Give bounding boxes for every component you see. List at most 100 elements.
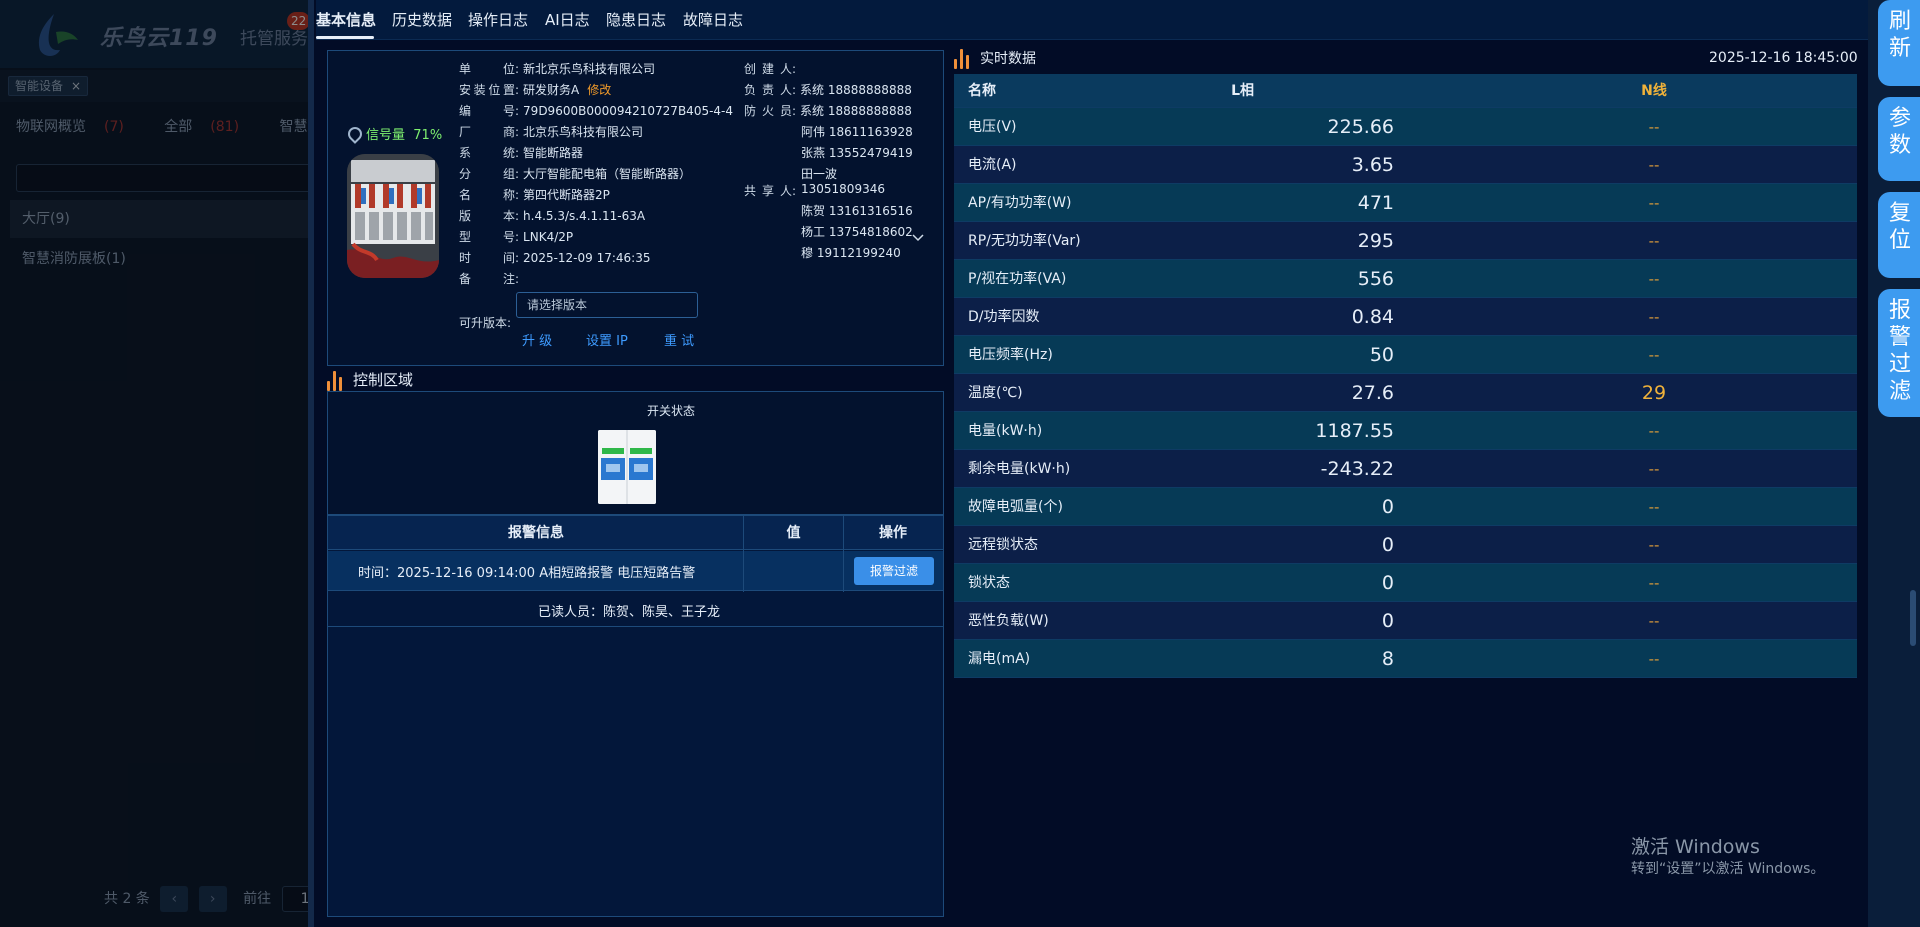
windows-activation-hint: 转到“设置”以激活 Windows。 — [1631, 861, 1825, 877]
realtime-timestamp: 2025-12-16 18:45:00 — [1709, 50, 1858, 66]
metric-l-value: 0.84 — [1351, 306, 1394, 328]
upgrade-button[interactable]: 升 级 — [522, 330, 552, 349]
metric-l-value: 8 — [1381, 648, 1394, 670]
table-row: 远程锁状态 0 -- — [954, 526, 1857, 564]
table-row: 电压频率(Hz) 50 -- — [954, 336, 1857, 374]
bar-chart-icon — [327, 370, 345, 391]
metric-name: 电量(kW·h) — [968, 423, 1043, 439]
read-by-list: 已读人员：陈贺、陈昊、王子龙 — [538, 605, 721, 620]
active-tab-indicator — [316, 36, 374, 39]
metric-l-value: 27.6 — [1351, 382, 1394, 404]
field-version: 版本: h.4.5.3/s.4.1.11-63A — [459, 209, 646, 223]
col-l-phase: L相 — [1231, 83, 1254, 99]
realtime-data-title: 实时数据 — [954, 47, 1036, 71]
version-select[interactable]: 请选择版本 — [516, 292, 698, 318]
table-row: D/功率因数 0.84 -- — [954, 298, 1857, 336]
metric-l-value: 0 — [1381, 610, 1394, 632]
field-unit: 单位: 新北京乐鸟科技有限公司 — [459, 62, 656, 76]
metric-name: 电压(V) — [968, 119, 1017, 135]
column-divider — [843, 516, 844, 592]
tab-hazard-log[interactable]: 隐患日志 — [606, 0, 666, 40]
drawer-edge — [308, 0, 314, 927]
table-row: 恶性负载(W) 0 -- — [954, 602, 1857, 640]
table-row: P/视在功率(VA) 556 -- — [954, 260, 1857, 298]
field-group: 分组: 大厅智能配电箱（智能断路器） — [459, 167, 692, 181]
col-name: 名称 — [968, 83, 996, 99]
table-row: 故障电弧量(个) 0 -- — [954, 488, 1857, 526]
metric-name: 故障电弧量(个) — [968, 499, 1063, 515]
metric-n-value: -- — [1648, 156, 1660, 174]
metric-name: 锁状态 — [968, 575, 1010, 591]
alarm-message: 时间：2025-12-16 09:14:00 A相短路报警 电压短路告警 — [358, 566, 696, 581]
table-row: 漏电(mA) 8 -- — [954, 640, 1857, 678]
reset-button[interactable]: 复位 — [1878, 192, 1920, 278]
fire-officer-entry: 张燕 13552479419 — [801, 146, 913, 160]
metric-n-value: -- — [1648, 270, 1660, 288]
metric-n-value: -- — [1648, 460, 1660, 478]
metric-l-value: 0 — [1381, 496, 1394, 518]
metric-n-value: -- — [1648, 194, 1660, 212]
table-row: AP/有功功率(W) 471 -- — [954, 184, 1857, 222]
field-creator: 创建人: — [744, 62, 797, 76]
tab-ai-log[interactable]: AI日志 — [545, 0, 590, 40]
metric-n-value: 29 — [1641, 382, 1667, 404]
signal-value: 71% — [413, 128, 443, 143]
table-row: 电流(A) 3.65 -- — [954, 146, 1857, 184]
chevron-down-icon[interactable] — [912, 232, 924, 244]
metric-l-value: 295 — [1357, 230, 1394, 252]
metric-name: 漏电(mA) — [968, 651, 1031, 667]
metric-name: 剩余电量(kW·h) — [968, 461, 1071, 477]
edit-location-link[interactable]: 修改 — [587, 83, 611, 97]
metric-name: 电压频率(Hz) — [968, 347, 1053, 363]
alarm-col-action: 操作 — [879, 525, 907, 541]
metric-l-value: 556 — [1357, 268, 1394, 290]
field-owner: 负责人: 系统 18888888888 — [744, 83, 912, 97]
field-model: 型号: LNK4/2P — [459, 230, 574, 244]
refresh-button[interactable]: 刷新 — [1878, 0, 1920, 86]
metric-name: RP/无功功率(Var) — [968, 233, 1081, 249]
tab-basic-info[interactable]: 基本信息 — [316, 0, 376, 40]
retry-button[interactable]: 重 试 — [664, 330, 694, 349]
tab-operation-log[interactable]: 操作日志 — [468, 0, 528, 40]
signal-label: 信号量 — [366, 128, 406, 143]
column-divider — [743, 516, 744, 592]
table-row: 剩余电量(kW·h) -243.22 -- — [954, 450, 1857, 488]
alarm-filter-side-button[interactable]: 报警过滤 — [1878, 289, 1920, 417]
metric-name: AP/有功功率(W) — [968, 195, 1072, 211]
tab-fault-log[interactable]: 故障日志 — [683, 0, 743, 40]
breaker-switch-icon[interactable] — [598, 430, 656, 504]
fire-officer-entry: 13051809346 — [801, 182, 885, 196]
realtime-table-header: 名称 L相 N线 — [954, 74, 1857, 108]
metric-l-value: 0 — [1381, 572, 1394, 594]
metric-name: 远程锁状态 — [968, 537, 1038, 553]
metric-n-value: -- — [1648, 650, 1660, 668]
metric-name: 恶性负载(W) — [968, 613, 1049, 629]
metric-n-value: -- — [1648, 536, 1660, 554]
table-row: RP/无功功率(Var) 295 -- — [954, 222, 1857, 260]
metric-n-value: -- — [1648, 308, 1660, 326]
field-system: 系统: 智能断路器 — [459, 146, 584, 160]
set-ip-button[interactable]: 设置 IP — [586, 330, 628, 349]
field-name: 名称: 第四代断路器2P — [459, 188, 610, 202]
scrollbar-thumb[interactable] — [1910, 590, 1916, 646]
upgrade-version-label: 可升版本: — [459, 316, 512, 330]
device-photo — [347, 154, 439, 278]
metric-l-value: 50 — [1369, 344, 1394, 366]
share-entry: 穆 19112199240 — [801, 246, 901, 260]
metric-name: P/视在功率(VA) — [968, 271, 1067, 287]
field-install-location: 安装位置: 研发财务A 修改 — [459, 83, 612, 97]
bar-chart-icon — [954, 49, 972, 69]
parameters-button[interactable]: 参数 — [1878, 97, 1920, 181]
field-time: 时间: 2025-12-09 17:46:35 — [459, 251, 651, 265]
switch-status-label: 开关状态 — [647, 404, 696, 418]
field-serial-number: 编号: 79D9600B000094210727B405-4-4 — [459, 104, 734, 118]
metric-name: D/功率因数 — [968, 309, 1040, 325]
share-entry: 杨工 13754818602 — [801, 225, 913, 239]
table-row: 温度(℃) 27.6 29 — [954, 374, 1857, 412]
alarm-filter-button[interactable]: 报警过滤 — [854, 557, 934, 585]
field-manufacturer: 厂商: 北京乐鸟科技有限公司 — [459, 125, 644, 139]
signal-strength: 信号量 71% — [345, 124, 443, 144]
tab-history-data[interactable]: 历史数据 — [392, 0, 452, 40]
metric-n-value: -- — [1648, 118, 1660, 136]
table-row: 电压(V) 225.66 -- — [954, 108, 1857, 146]
